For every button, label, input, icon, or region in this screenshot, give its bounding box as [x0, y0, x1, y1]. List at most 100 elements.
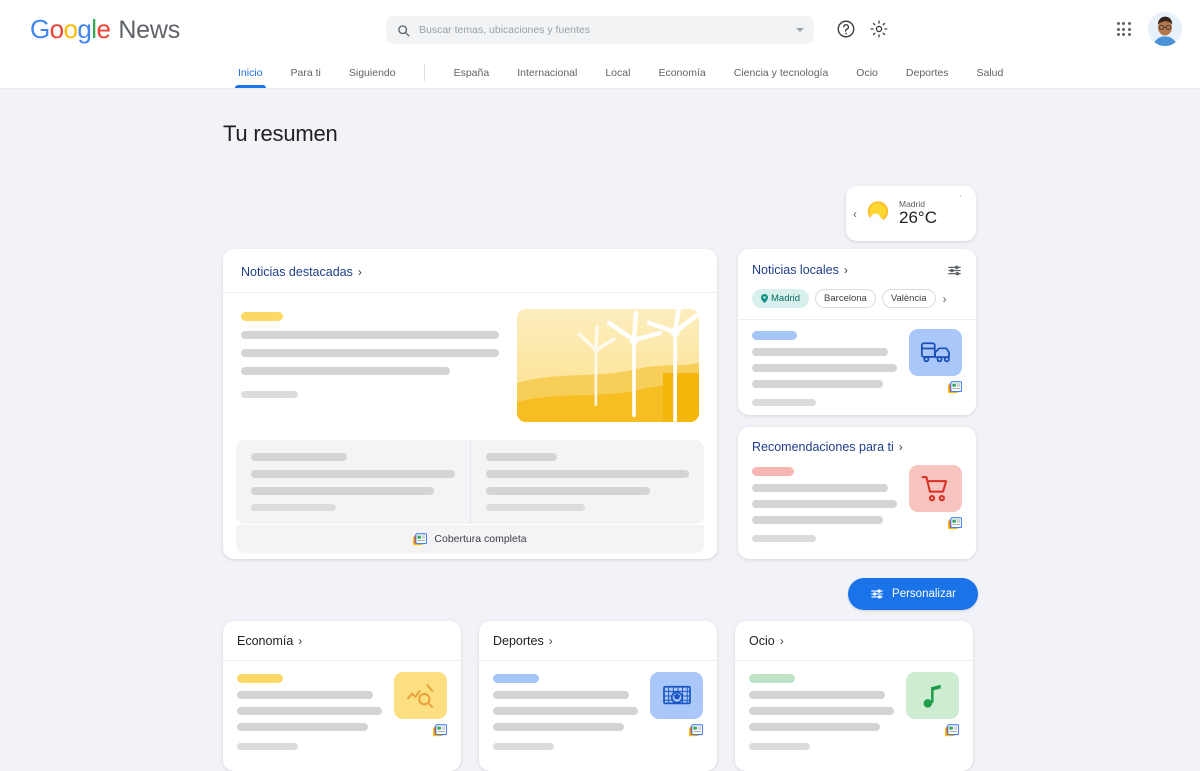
skeleton-tag [493, 674, 539, 683]
sub-article-placeholder[interactable] [470, 440, 705, 524]
skeleton-tag [237, 674, 283, 683]
shopping-cart-icon[interactable] [909, 465, 962, 512]
featured-article-placeholder[interactable] [241, 309, 499, 422]
skeleton-meta [237, 743, 298, 750]
topic-card-economia: Economía › [223, 621, 461, 771]
tune-sliders-icon [870, 587, 884, 601]
skeleton-meta [251, 504, 336, 511]
newspaper-stack-icon [433, 724, 447, 737]
avatar[interactable] [1148, 12, 1182, 46]
topic-title: Economía [237, 634, 293, 648]
featured-card-title: Noticias destacadas [241, 265, 353, 279]
chevron-right-icon[interactable]: › [942, 292, 947, 306]
location-chip-valencia[interactable]: València [882, 289, 936, 308]
topic-header-link[interactable]: Economía › [237, 634, 447, 648]
more-options-icon[interactable] [955, 186, 966, 197]
local-card-header-link[interactable]: Noticias locales › [752, 263, 848, 277]
music-note-icon[interactable] [906, 672, 959, 719]
nav-item-local[interactable]: Local [605, 67, 630, 88]
recommendations-card: Recomendaciones para ti › [738, 427, 976, 559]
nav-item-internacional[interactable]: Internacional [517, 67, 577, 88]
skeleton-tag [241, 312, 283, 321]
newspaper-stack-icon [689, 724, 703, 737]
nav-item-inicio[interactable]: Inicio [238, 67, 263, 88]
gear-icon[interactable] [869, 19, 889, 39]
skeleton-meta [752, 399, 816, 406]
soccer-goal-icon[interactable] [650, 672, 703, 719]
skeleton-line [251, 487, 434, 495]
location-chip-barcelona[interactable]: Barcelona [815, 289, 876, 308]
topic-article-placeholder[interactable] [479, 661, 717, 750]
search-input[interactable] [419, 24, 787, 36]
topic-article-placeholder[interactable] [223, 661, 461, 750]
nav-item-ciencia-y-tecnologia[interactable]: Ciencia y tecnología [734, 67, 829, 88]
skeleton-line [251, 453, 347, 461]
skeleton-line [749, 723, 880, 731]
topic-card-ocio: Ocio › [735, 621, 973, 771]
skeleton-tag [749, 674, 795, 683]
apps-grid-icon[interactable] [1114, 19, 1134, 39]
nav-item-siguiendo[interactable]: Siguiendo [349, 67, 396, 88]
topic-title: Deportes [493, 634, 544, 648]
sub-article-placeholder[interactable] [236, 440, 470, 524]
local-card-title: Noticias locales [752, 263, 839, 277]
help-circle-icon[interactable] [836, 19, 856, 39]
newspaper-stack-icon [413, 533, 427, 546]
skeleton-meta [241, 391, 298, 398]
personalize-button[interactable]: Personalizar [848, 578, 978, 610]
tune-sliders-icon[interactable] [947, 263, 962, 278]
chevron-left-icon[interactable]: ‹ [853, 207, 857, 221]
topic-card-deportes: Deportes › [479, 621, 717, 771]
skeleton-line [752, 364, 897, 372]
personalize-label: Personalizar [892, 588, 956, 600]
chevron-right-icon: › [549, 634, 553, 648]
skeleton-line [237, 707, 382, 715]
nav-item-ocio[interactable]: Ocio [856, 67, 878, 88]
skeleton-line [493, 691, 629, 699]
weather-widget[interactable]: ‹ Madrid 26°C [846, 186, 976, 241]
nav-item-deportes[interactable]: Deportes [906, 67, 949, 88]
wind-turbines-illustration[interactable] [517, 309, 699, 422]
featured-card-header-link[interactable]: Noticias destacadas › [241, 265, 699, 279]
recommendations-article-placeholder[interactable] [738, 454, 976, 542]
bus-car-traffic-icon[interactable] [909, 329, 962, 376]
sun-cloud-icon [861, 197, 895, 231]
news-wordmark: News [118, 16, 180, 45]
newspaper-stack-icon [948, 517, 962, 530]
skeleton-line [752, 500, 897, 508]
topic-header-link[interactable]: Ocio › [749, 634, 959, 648]
chevron-right-icon: › [358, 265, 362, 279]
location-pin-icon [761, 294, 768, 303]
local-article-placeholder[interactable] [738, 320, 976, 406]
skeleton-meta [493, 743, 554, 750]
skeleton-line [752, 380, 883, 388]
featured-news-card: Noticias destacadas › [223, 249, 717, 559]
location-chip-madrid[interactable]: Madrid [752, 289, 809, 308]
topic-article-placeholder[interactable] [735, 661, 973, 750]
skeleton-line [237, 691, 373, 699]
recommendations-header-link[interactable]: Recomendaciones para ti › [752, 440, 962, 454]
location-chip-group: Madrid Barcelona València › [738, 278, 976, 308]
full-coverage-label: Cobertura completa [434, 533, 526, 545]
chart-search-icon[interactable] [394, 672, 447, 719]
page-content: Tu resumen Tus temas ‹ Madrid 26°C Notic… [0, 89, 1200, 675]
skeleton-meta [752, 535, 816, 542]
chevron-right-icon: › [899, 440, 903, 454]
skeleton-line [486, 453, 557, 461]
main-navigation: Inicio Para ti Siguiendo España Internac… [0, 59, 1200, 89]
topic-header-link[interactable]: Deportes › [493, 634, 703, 648]
chevron-right-icon: › [844, 263, 848, 277]
nav-item-salud[interactable]: Salud [977, 67, 1004, 88]
caret-down-icon[interactable] [796, 28, 804, 32]
skeleton-line [749, 707, 894, 715]
full-coverage-button[interactable]: Cobertura completa [236, 524, 704, 553]
nav-item-espana[interactable]: España [454, 67, 490, 88]
nav-item-para-ti[interactable]: Para ti [291, 67, 321, 88]
search-bar[interactable] [386, 16, 814, 44]
nav-item-economia[interactable]: Economía [658, 67, 705, 88]
chevron-right-icon: › [780, 634, 784, 648]
skeleton-line [752, 348, 888, 356]
brand-logo[interactable]: Google News [30, 14, 180, 45]
featured-sub-articles [236, 440, 704, 524]
skeleton-line [486, 470, 690, 478]
